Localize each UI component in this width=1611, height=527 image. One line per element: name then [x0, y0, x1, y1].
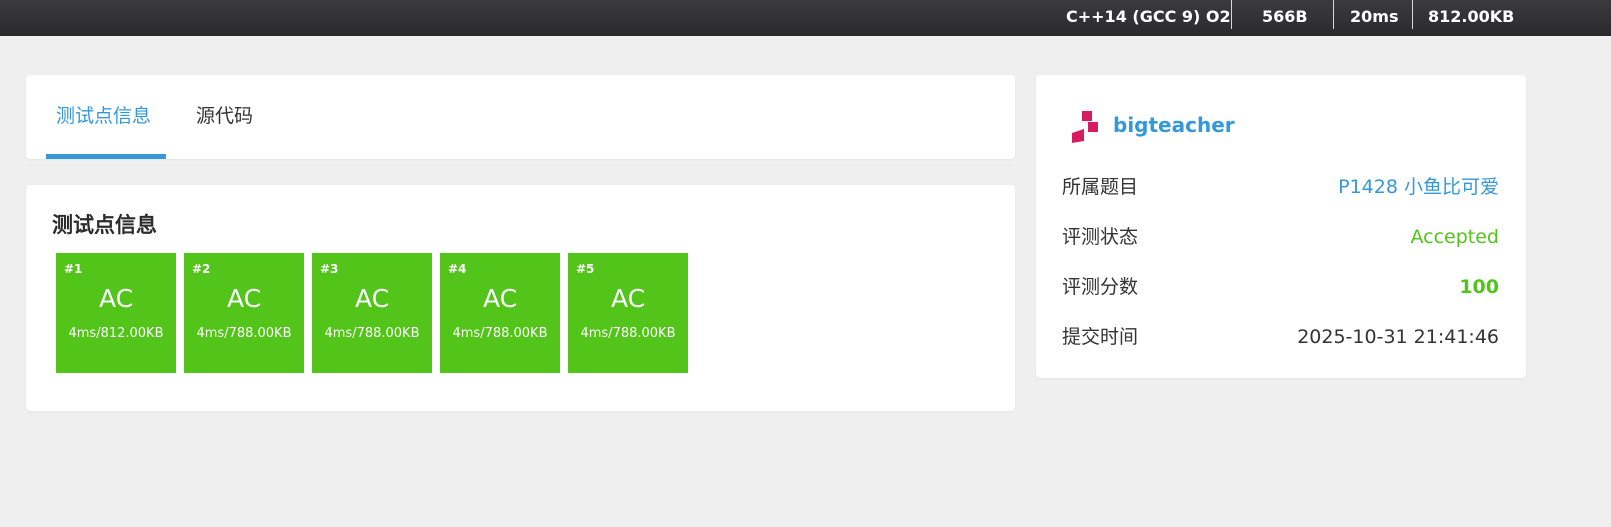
testcase-block[interactable]: #3 AC 4ms/788.00KB	[312, 253, 432, 373]
score-label: 评测分数	[1062, 276, 1139, 298]
testcase-detail: 4ms/788.00KB	[196, 326, 292, 341]
tab-testcase-info[interactable]: 测试点信息	[56, 103, 151, 129]
code-size-stat: 566B	[1262, 7, 1308, 26]
testcase-number: #2	[192, 262, 211, 276]
testcase-verdict: AC	[610, 284, 646, 313]
testcase-block[interactable]: #1 AC 4ms/812.00KB	[56, 253, 176, 373]
testcase-verdict: AC	[354, 284, 390, 313]
testcase-detail: 4ms/788.00KB	[452, 326, 548, 341]
testcase-section-title: 测试点信息	[52, 213, 157, 237]
problem-link[interactable]: P1428 小鱼比可爱	[1338, 174, 1499, 200]
memory-stat: 812.00KB	[1428, 7, 1515, 26]
problem-label: 所属题目	[1062, 176, 1139, 198]
status-label: 评测状态	[1062, 226, 1139, 248]
testcase-detail: 4ms/812.00KB	[68, 326, 164, 341]
testcase-block[interactable]: #2 AC 4ms/788.00KB	[184, 253, 304, 373]
testcase-verdict: AC	[482, 284, 518, 313]
submit-time-value: 2025-10-31 21:41:46	[1297, 326, 1499, 348]
testcase-block[interactable]: #5 AC 4ms/788.00KB	[568, 253, 688, 373]
testcase-detail: 4ms/788.00KB	[580, 326, 676, 341]
testcase-verdict: AC	[98, 284, 134, 313]
time-stat: 20ms	[1350, 7, 1399, 26]
divider	[1333, 0, 1334, 29]
divider	[1412, 0, 1413, 29]
active-tab-indicator	[46, 154, 166, 159]
tabs-card	[26, 75, 1015, 159]
score-value: 100	[1459, 276, 1499, 298]
testcase-number: #1	[64, 262, 83, 276]
divider	[1231, 0, 1232, 29]
user-logo-icon[interactable]	[1072, 111, 1100, 143]
username-link[interactable]: bigteacher	[1113, 111, 1235, 139]
testcase-number: #3	[320, 262, 339, 276]
testcase-block[interactable]: #4 AC 4ms/788.00KB	[440, 253, 560, 373]
testcase-number: #4	[448, 262, 467, 276]
testcase-detail: 4ms/788.00KB	[324, 326, 420, 341]
testcase-number: #5	[576, 262, 595, 276]
status-value: Accepted	[1410, 226, 1499, 248]
testcase-verdict: AC	[226, 284, 262, 313]
tab-source-code[interactable]: 源代码	[196, 103, 253, 129]
submission-stats-bar: C++14 (GCC 9) O2 566B 20ms 812.00KB	[0, 0, 1611, 36]
language-stat: C++14 (GCC 9) O2	[1066, 7, 1231, 26]
submit-time-label: 提交时间	[1062, 326, 1139, 348]
